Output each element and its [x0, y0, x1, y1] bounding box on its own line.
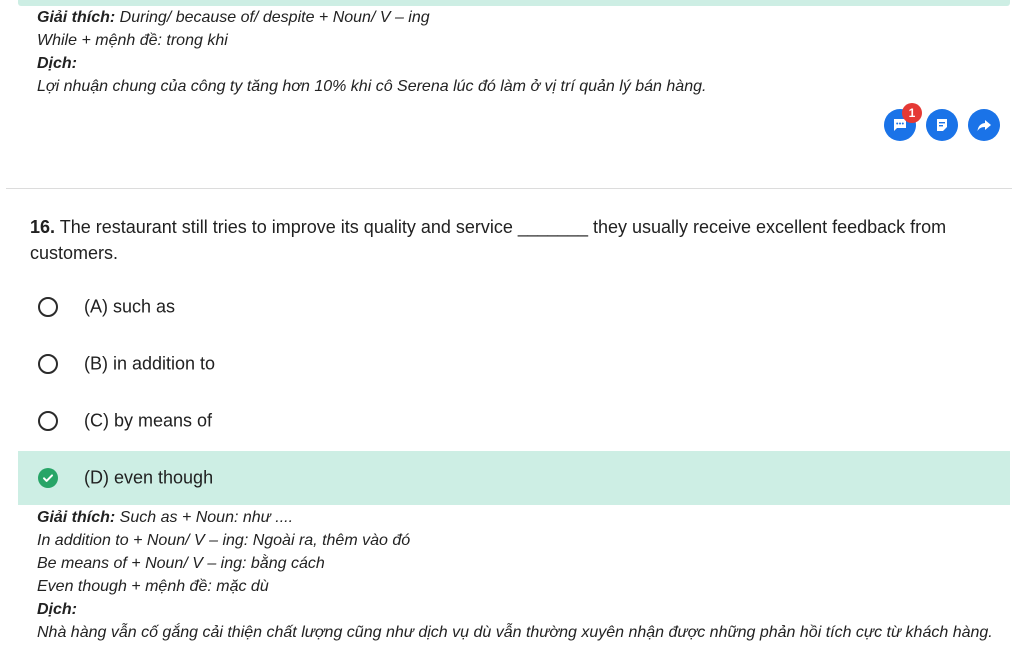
explain-text: Such as + Noun: như .... [115, 509, 294, 526]
explain-line: Giải thích: During/ because of/ despite … [37, 6, 706, 29]
quiz-page: Giải thích: During/ because of/ despite … [0, 0, 1012, 671]
note-button[interactable] [926, 109, 958, 141]
option-label: (C) by means of [84, 410, 213, 431]
question-number: 16. [30, 217, 56, 237]
radio-button[interactable] [38, 297, 58, 317]
note-icon [934, 117, 950, 133]
explain-line-3: Be means of + Noun/ V – ing: bằng cách [37, 555, 325, 572]
option-label: (B) in addition to [84, 353, 216, 374]
previous-explanation: Giải thích: During/ because of/ despite … [37, 6, 706, 98]
explain-text: During/ because of/ despite + Noun/ V – … [115, 9, 430, 26]
translation-text: Nhà hàng vẫn cố gắng cải thiện chất lượn… [37, 624, 993, 641]
option-d[interactable]: (D) even though [18, 451, 1010, 505]
explain-label: Giải thích: [37, 509, 116, 526]
explain-label: Giải thích: [37, 9, 116, 26]
option-label: (A) such as [84, 296, 176, 317]
option-a[interactable]: (A) such as [18, 280, 1010, 334]
option-label: (D) even though [84, 467, 214, 488]
share-button[interactable] [968, 109, 1000, 141]
question-text: 16. The restaurant still tries to improv… [30, 214, 990, 266]
radio-button[interactable] [38, 354, 58, 374]
explain-line: Giải thích: Such as + Noun: như .... [37, 506, 999, 529]
answer-explanation: Giải thích: Such as + Noun: như .... In … [37, 506, 999, 644]
option-c[interactable]: (C) by means of [18, 394, 1010, 448]
translate-label: Dịch: [37, 55, 77, 72]
radio-button[interactable] [38, 411, 58, 431]
section-divider [6, 188, 1012, 189]
translate-label: Dịch: [37, 601, 77, 618]
explain-line-2: While + mệnh đề: trong khi [37, 32, 228, 49]
action-buttons: 1 [884, 103, 1000, 141]
translate-label-line: Dịch: [37, 52, 706, 75]
share-icon [976, 117, 992, 133]
explain-line-2: In addition to + Noun/ V – ing: Ngoài ra… [37, 532, 411, 549]
comment-count-badge: 1 [902, 103, 922, 123]
option-b[interactable]: (B) in addition to [18, 337, 1010, 391]
check-circle-icon [38, 468, 58, 488]
comment-button[interactable]: 1 [884, 103, 922, 141]
translation-text: Lợi nhuận chung của công ty tăng hơn 10%… [37, 78, 707, 95]
question-body: The restaurant still tries to improve it… [30, 217, 947, 263]
translate-label-line: Dịch: [37, 598, 999, 621]
explain-line-4: Even though + mệnh đề: mặc dù [37, 578, 269, 595]
